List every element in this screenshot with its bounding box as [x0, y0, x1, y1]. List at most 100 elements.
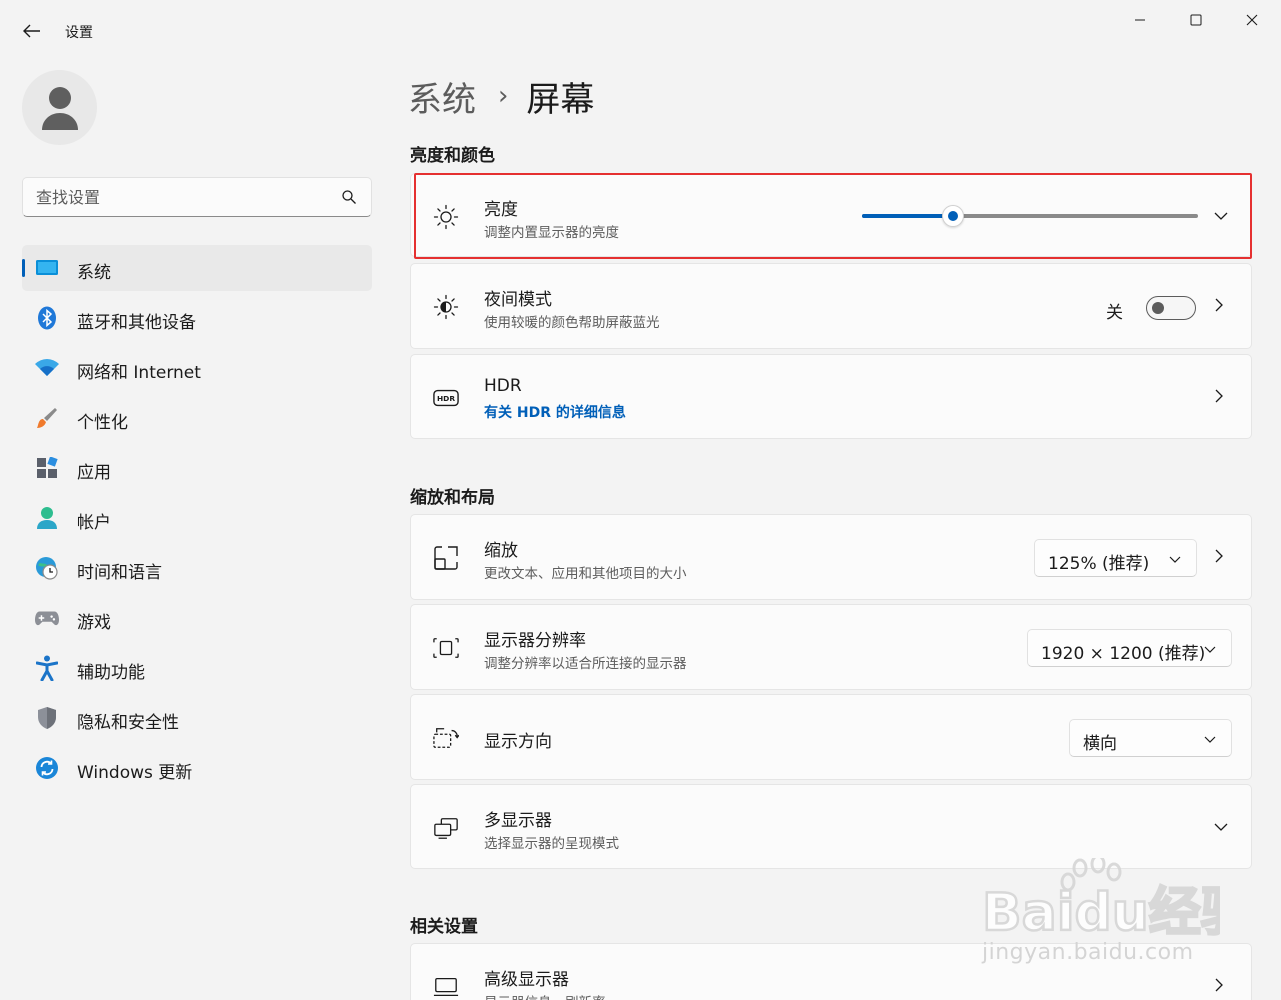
user-icon	[41, 86, 78, 130]
page-title: 屏幕	[526, 79, 595, 120]
sidebar-item-label: Windows 更新	[77, 763, 193, 783]
search-icon[interactable]	[341, 189, 357, 205]
sidebar-item-label: 系统	[77, 263, 111, 283]
multi-display-card[interactable]: 多显示器 选择显示器的呈现模式	[410, 784, 1252, 869]
breadcrumb: 系统 › 屏幕	[408, 72, 594, 120]
minimize-icon	[1135, 19, 1145, 21]
chevron-right-icon[interactable]	[1211, 548, 1227, 564]
sidebar-item-label: 蓝牙和其他设备	[77, 313, 196, 333]
close-button[interactable]	[1229, 4, 1275, 36]
sidebar-item-network[interactable]: 网络和 Internet	[22, 345, 372, 391]
sidebar-item-personalization[interactable]: 个性化	[22, 395, 372, 441]
section-title-scale-layout: 缩放和布局	[410, 488, 495, 508]
globe-clock-icon	[35, 556, 59, 580]
back-arrow-icon	[23, 24, 40, 38]
sidebar-item-gaming[interactable]: 游戏	[22, 595, 372, 641]
section-title-brightness-color: 亮度和颜色	[410, 146, 495, 166]
scale-subtitle: 更改文本、应用和其他项目的大小	[484, 566, 687, 582]
brightness-subtitle: 调整内置显示器的亮度	[484, 225, 619, 241]
chevron-down-icon	[1204, 646, 1216, 653]
chevron-down-icon[interactable]	[1213, 208, 1229, 224]
app-title: 设置	[65, 25, 93, 41]
sidebar-item-apps[interactable]: 应用	[22, 445, 372, 491]
breadcrumb-parent[interactable]: 系统	[408, 72, 476, 121]
resolution-icon	[433, 635, 459, 661]
brightness-slider-fill	[862, 214, 953, 218]
sidebar-item-accessibility[interactable]: 辅助功能	[22, 645, 372, 691]
brightness-card[interactable]: 亮度 调整内置显示器的亮度	[410, 173, 1252, 257]
svg-text:HDR: HDR	[437, 394, 455, 403]
search-box[interactable]	[22, 177, 372, 217]
brightness-slider-thumb[interactable]	[941, 205, 964, 227]
wifi-icon	[35, 356, 59, 380]
hdr-icon: HDR	[433, 385, 459, 411]
brightness-title: 亮度	[484, 200, 518, 220]
hdr-title: HDR	[484, 376, 522, 396]
resolution-card[interactable]: 显示器分辨率 调整分辨率以适合所连接的显示器 1920 × 1200 (推荐)	[410, 604, 1252, 690]
multi-display-title: 多显示器	[484, 811, 552, 831]
orientation-dropdown[interactable]: 横向	[1069, 719, 1232, 757]
night-light-card[interactable]: 夜间模式 使用较暖的颜色帮助屏蔽蓝光 关	[410, 263, 1252, 349]
maximize-button[interactable]	[1173, 4, 1219, 36]
monitor-icon	[433, 974, 459, 1000]
night-light-title: 夜间模式	[484, 290, 552, 310]
sidebar-nav: 系统 蓝牙和其他设备 网络和 Internet 个性化 应用 帐户 时间和语言 …	[22, 245, 372, 795]
scale-dropdown[interactable]: 125% (推荐)	[1034, 539, 1197, 577]
section-title-related: 相关设置	[410, 917, 478, 937]
orientation-title: 显示方向	[484, 732, 552, 752]
chevron-down-icon	[1204, 736, 1216, 743]
close-icon	[1246, 14, 1258, 26]
night-light-toggle[interactable]	[1146, 296, 1196, 320]
scale-title: 缩放	[484, 541, 518, 561]
sidebar-item-label: 辅助功能	[77, 663, 145, 683]
chevron-right-icon[interactable]	[1211, 977, 1227, 993]
breadcrumb-separator: ›	[498, 81, 509, 111]
scale-card[interactable]: 缩放 更改文本、应用和其他项目的大小 125% (推荐)	[410, 514, 1252, 600]
update-icon	[35, 756, 59, 780]
chevron-down-icon[interactable]	[1213, 819, 1229, 835]
advanced-display-title: 高级显示器	[484, 970, 569, 990]
sidebar-item-windows-update[interactable]: Windows 更新	[22, 745, 372, 791]
display-icon	[35, 256, 59, 280]
sidebar-item-label: 网络和 Internet	[77, 363, 201, 383]
watermark-url: jingyan.baidu.com	[982, 940, 1194, 965]
sun-icon	[433, 204, 459, 230]
search-input[interactable]	[23, 178, 323, 216]
orientation-dropdown-value: 横向	[1083, 734, 1117, 754]
orientation-icon	[433, 725, 459, 751]
resolution-title: 显示器分辨率	[484, 631, 586, 651]
orientation-card[interactable]: 显示方向 横向	[410, 694, 1252, 780]
night-light-icon	[433, 294, 459, 320]
sidebar-item-accounts[interactable]: 帐户	[22, 495, 372, 541]
night-light-subtitle: 使用较暖的颜色帮助屏蔽蓝光	[484, 315, 660, 331]
chevron-right-icon[interactable]	[1211, 297, 1227, 313]
sidebar-item-label: 帐户	[77, 513, 111, 533]
night-light-state-label: 关	[1106, 303, 1123, 323]
chevron-right-icon[interactable]	[1211, 388, 1227, 404]
bluetooth-icon	[35, 306, 59, 330]
minimize-button[interactable]	[1117, 4, 1163, 36]
sidebar-item-time-language[interactable]: 时间和语言	[22, 545, 372, 591]
watermark-brand: Baidu经验	[982, 883, 1220, 943]
scale-dropdown-value: 125% (推荐)	[1048, 554, 1150, 574]
sidebar-item-label: 游戏	[77, 613, 111, 633]
brightness-slider[interactable]	[862, 205, 1198, 227]
sidebar-item-system[interactable]: 系统	[22, 245, 372, 291]
sidebar-item-label: 应用	[77, 463, 111, 483]
brush-icon	[35, 406, 59, 430]
account-icon	[35, 506, 59, 530]
advanced-display-subtitle: 显示器信息，刷新率	[484, 991, 606, 1000]
hdr-details-link[interactable]: 有关 HDR 的详细信息	[484, 402, 626, 422]
sidebar-item-label: 时间和语言	[77, 563, 162, 583]
sidebar-item-bluetooth[interactable]: 蓝牙和其他设备	[22, 295, 372, 341]
resolution-dropdown[interactable]: 1920 × 1200 (推荐)	[1027, 629, 1232, 667]
title-bar: 设置	[0, 0, 1281, 62]
avatar[interactable]	[22, 70, 97, 145]
shield-icon	[35, 706, 59, 730]
hdr-card[interactable]: HDR HDR 有关 HDR 的详细信息	[410, 354, 1252, 439]
back-button[interactable]	[18, 20, 46, 42]
sidebar-item-privacy[interactable]: 隐私和安全性	[22, 695, 372, 741]
apps-icon	[35, 456, 59, 480]
accessibility-icon	[35, 655, 59, 681]
sidebar-item-label: 隐私和安全性	[77, 713, 179, 733]
